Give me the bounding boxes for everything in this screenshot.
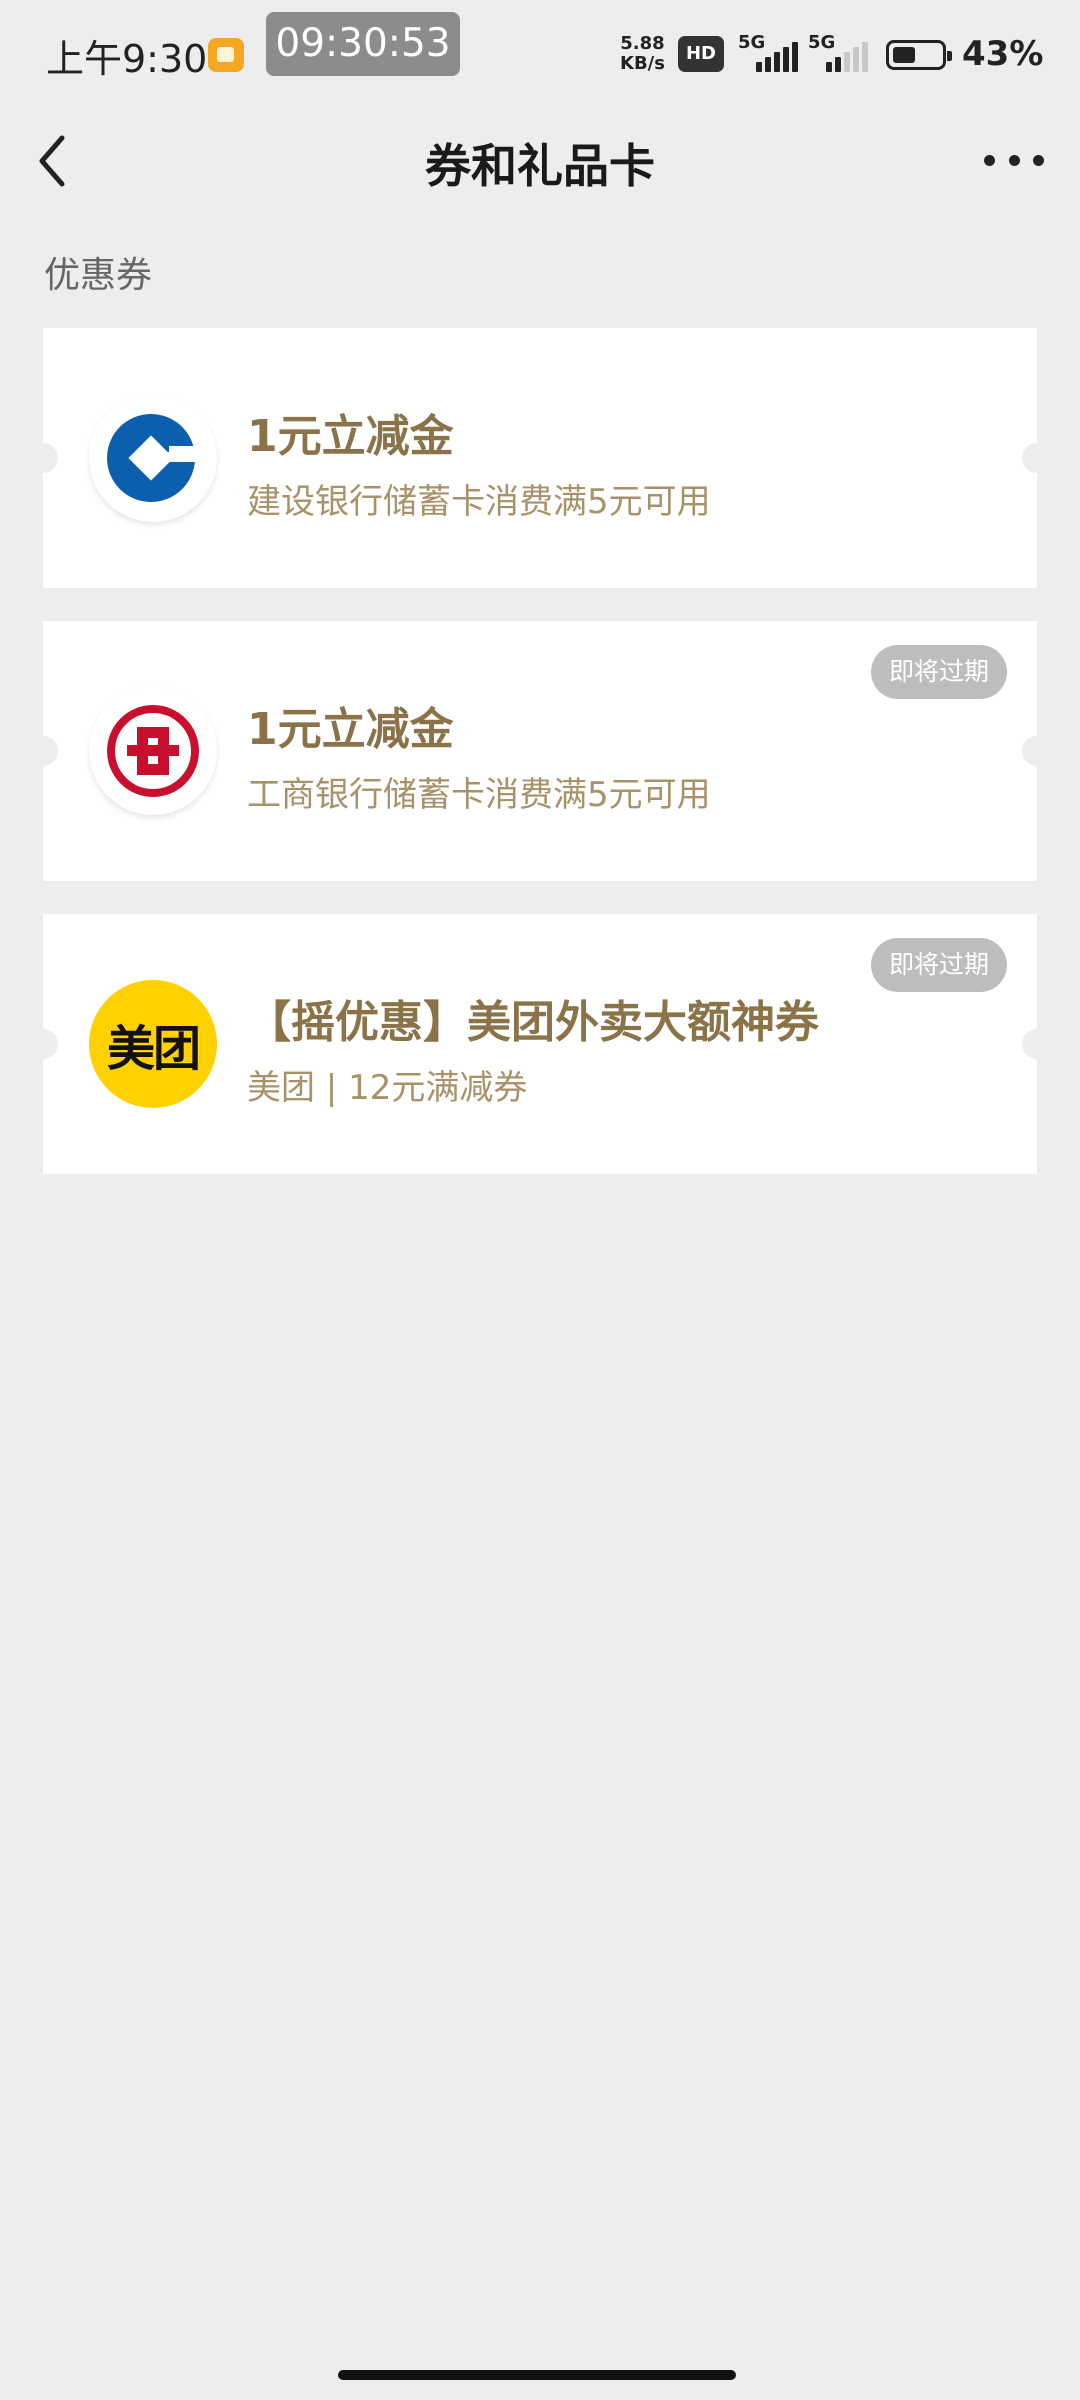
expiring-badge: 即将过期 [870, 938, 1007, 992]
coupon-card[interactable]: 1元立减金 建设银行储蓄卡消费满5元可用 [28, 328, 1052, 588]
signal-strength-icon-2 [818, 40, 868, 72]
coupon-desc: 美团 | 12元满减券 [247, 1068, 528, 1108]
coupon-desc: 工商银行储蓄卡消费满5元可用 [247, 775, 711, 815]
more-dot-icon [1008, 154, 1020, 166]
battery-icon [886, 40, 952, 70]
network-speed-value: 5.88 [620, 33, 665, 54]
more-button[interactable] [984, 140, 1044, 180]
status-time: 上午9:30 [46, 37, 208, 81]
clock-pill: 09:30:53 [266, 12, 460, 76]
battery-percent: 43% [962, 34, 1044, 74]
more-dot-icon [1033, 154, 1044, 166]
notification-app-icon [208, 38, 244, 72]
ccb-logo-icon [89, 394, 217, 522]
home-indicator[interactable] [338, 2370, 736, 2380]
hd-voice-icon: HD [678, 36, 724, 72]
coupon-desc: 建设银行储蓄卡消费满5元可用 [247, 482, 711, 522]
network-speed: 5.88 KB/s [620, 34, 665, 74]
coupon-title: 【摇优惠】美团外卖大额神券 [247, 997, 819, 1048]
page-title: 券和礼品卡 [425, 139, 655, 193]
signal-strength-icon-1 [748, 40, 798, 72]
coupon-card[interactable]: 1元立减金 工商银行储蓄卡消费满5元可用 即将过期 [28, 621, 1052, 881]
status-bar: 上午9:30 09:30:53 5.88 KB/s HD 5G 5G 43% [0, 0, 1080, 100]
coupon-title: 1元立减金 [247, 411, 454, 462]
network-speed-unit: KB/s [620, 53, 665, 74]
coupon-card[interactable]: 美团 【摇优惠】美团外卖大额神券 美团 | 12元满减券 即将过期 [28, 914, 1052, 1174]
meituan-logo-icon: 美团 [89, 980, 217, 1108]
meituan-logo-text: 美团 [106, 1021, 201, 1077]
expiring-badge: 即将过期 [870, 645, 1007, 699]
more-dot-icon [984, 154, 995, 166]
nav-bar: 券和礼品卡 [0, 100, 1080, 220]
section-title-coupons: 优惠券 [44, 255, 153, 296]
coupon-title: 1元立减金 [247, 704, 454, 755]
icbc-logo-icon [89, 687, 217, 815]
